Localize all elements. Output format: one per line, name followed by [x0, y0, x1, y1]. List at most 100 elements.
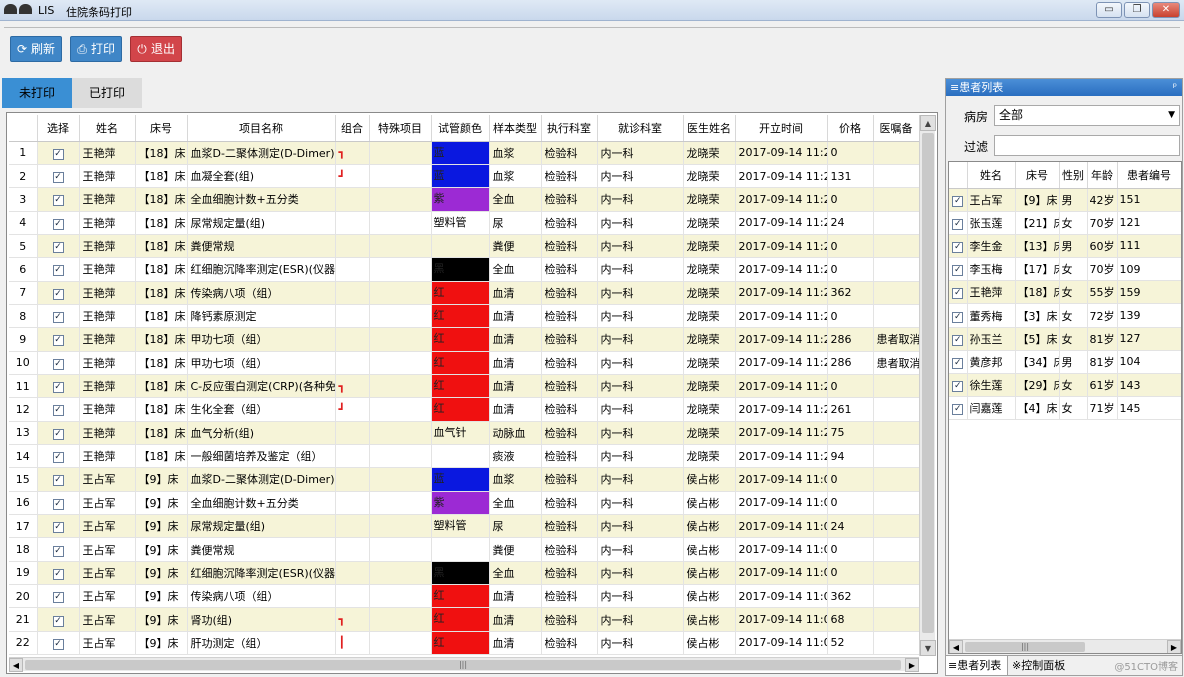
select-checkbox[interactable]: ✓: [52, 265, 64, 277]
select-checkbox[interactable]: ✓: [52, 405, 64, 417]
refresh-button[interactable]: ⟳ 刷新: [10, 36, 62, 62]
column-header[interactable]: 试管颜色: [431, 115, 490, 142]
hscroll-thumb[interactable]: |||: [25, 660, 901, 670]
patient-row[interactable]: ✓ 董秀梅 【3】床女 72岁 139: [949, 303, 1181, 328]
select-checkbox[interactable]: ✓: [52, 312, 64, 324]
select-checkbox[interactable]: ✓: [52, 592, 64, 604]
patient-checkbox[interactable]: ✓: [952, 381, 964, 393]
patient-checkbox[interactable]: ✓: [952, 404, 964, 416]
tab-patient-list[interactable]: ≡患者列表: [946, 656, 1008, 675]
patient-column-header[interactable]: 患者编号: [1117, 162, 1181, 189]
patient-column-header[interactable]: 性别: [1059, 162, 1088, 189]
scroll-up-arrow-icon[interactable]: ▲: [920, 115, 936, 131]
patient-row[interactable]: ✓黄彦邦【34】床男81岁104: [949, 350, 1181, 375]
ward-select[interactable]: 全部 ▼: [994, 105, 1180, 126]
patient-checkbox[interactable]: ✓: [952, 311, 964, 323]
patient-checkbox[interactable]: ✓: [952, 218, 964, 230]
scroll-right-arrow-icon[interactable]: ▶: [905, 658, 919, 672]
restore-button[interactable]: ❐: [1124, 2, 1150, 18]
tab-control-panel[interactable]: ※控制面板: [1012, 656, 1092, 675]
patient-row[interactable]: ✓李玉梅【17】床女70岁109: [949, 257, 1181, 282]
select-checkbox[interactable]: ✓: [52, 148, 64, 160]
patient-column-header[interactable]: 床号: [1015, 162, 1060, 189]
patient-column-header[interactable]: 姓名: [967, 162, 1016, 189]
table-row[interactable]: 6 ✓ 王艳萍 【18】床 红细胞沉降率测定(ESR)(仪器法 黑全血 检验科 内一科 龙晓荣 2…: [9, 257, 920, 282]
column-header[interactable]: 样本类型: [489, 115, 542, 142]
select-checkbox[interactable]: ✓: [52, 638, 64, 650]
tab-printed[interactable]: 已打印: [72, 78, 142, 108]
scroll-left-arrow-icon[interactable]: ◀: [9, 658, 23, 672]
select-checkbox[interactable]: ✓: [52, 615, 64, 627]
select-checkbox[interactable]: ✓: [52, 452, 64, 464]
patient-column-header[interactable]: [949, 162, 968, 189]
table-row[interactable]: 12 ✓ 王艳萍 【18】床 生化全套（组） ┛ 红血清 检验科 内一科 龙晓荣 2017-09-1…: [9, 397, 920, 422]
select-checkbox[interactable]: ✓: [52, 568, 64, 580]
table-row[interactable]: 16 ✓ 王占军 【9】床 全血细胞计数+五分类 紫全血 检验科 内一科 侯占彬 2017-09-…: [9, 491, 920, 516]
table-row[interactable]: 21 ✓ 王占军 【9】床 肾功(组) ┓ 红血清 检验科 内一科 侯占彬 2017-09-14 1…: [9, 607, 920, 632]
patient-hscroll-thumb[interactable]: |||: [965, 642, 1085, 652]
patient-horizontal-scrollbar[interactable]: ◀ ||| ▶: [949, 639, 1181, 653]
select-checkbox[interactable]: ✓: [52, 172, 64, 184]
filter-input[interactable]: [994, 135, 1180, 156]
column-header[interactable]: 特殊项目: [369, 115, 432, 142]
table-row[interactable]: 14 ✓ 王艳萍 【18】床 一般细菌培养及鉴定（组） 痰液 检验科 内一科 龙晓荣 2017-0…: [9, 444, 920, 469]
patient-checkbox[interactable]: ✓: [952, 241, 964, 253]
table-row[interactable]: 5 ✓ 王艳萍【18】床粪便常规 粪便检验科内一科龙晓荣2017-09-14 11:2…: [9, 234, 920, 259]
scroll-down-arrow-icon[interactable]: ▼: [920, 640, 936, 656]
patient-checkbox[interactable]: ✓: [952, 334, 964, 346]
table-row[interactable]: 4 ✓ 王艳萍 【18】床 尿常规定量(组) 塑料管 尿检验科 内一科 龙晓荣 2017-09-1…: [9, 211, 920, 235]
select-checkbox[interactable]: ✓: [52, 335, 64, 347]
column-header[interactable]: [9, 115, 38, 142]
column-header[interactable]: 开立时间: [735, 115, 828, 142]
grid-vertical-scrollbar[interactable]: ▲ ▼: [919, 115, 936, 656]
patient-checkbox[interactable]: ✓: [952, 265, 964, 277]
select-checkbox[interactable]: ✓: [52, 358, 64, 370]
table-row[interactable]: 8 ✓ 王艳萍 【18】床 降钙素原测定 红血清 检验科 内一科 龙晓荣 2017-09-14 1…: [9, 304, 920, 329]
table-row[interactable]: 3 ✓ 王艳萍 【18】床 全血细胞计数+五分类 紫全血 检验科 内一科 龙晓荣 2017-09-…: [9, 187, 920, 212]
column-header[interactable]: 选择: [37, 115, 80, 142]
column-header[interactable]: 组合: [335, 115, 370, 142]
patient-checkbox[interactable]: ✓: [952, 288, 964, 300]
select-checkbox[interactable]: ✓: [52, 428, 64, 440]
patient-row[interactable]: ✓张玉莲【21】床女70岁121: [949, 211, 1181, 235]
table-row[interactable]: 19 ✓ 王占军 【9】床 红细胞沉降率测定(ESR)(仪器法 黑全血 检验科 内一科 侯占彬 2…: [9, 561, 920, 586]
select-checkbox[interactable]: ✓: [52, 382, 64, 394]
table-row[interactable]: 22 ✓ 王占军 【9】床 肝功测定（组） ┃ 红血清 检验科 内一科 侯占彬 2017-09-14…: [9, 631, 920, 656]
patient-checkbox[interactable]: ✓: [952, 195, 964, 207]
close-button[interactable]: ✕: [1152, 2, 1180, 18]
patient-row[interactable]: ✓李生金【13】床男60岁111: [949, 234, 1181, 259]
grid-horizontal-scrollbar[interactable]: ◀ ||| ▶: [9, 657, 919, 672]
patient-column-header[interactable]: 年龄: [1087, 162, 1118, 189]
select-checkbox[interactable]: ✓: [52, 498, 64, 510]
column-header[interactable]: 项目名称: [187, 115, 336, 142]
column-header[interactable]: 床号: [135, 115, 188, 142]
column-header[interactable]: 价格: [827, 115, 874, 142]
scroll-right-arrow-icon[interactable]: ▶: [1167, 640, 1181, 653]
select-checkbox[interactable]: ✓: [52, 218, 64, 230]
print-button[interactable]: ⎙ 打印: [70, 36, 122, 62]
table-row[interactable]: 1 ✓ 王艳萍 【18】床 血浆D-二聚体测定(D-Dimer)(备 ┓ 蓝血浆 检验科 内一科…: [9, 141, 920, 165]
pin-icon[interactable]: ᵖ: [1173, 79, 1177, 96]
scroll-thumb[interactable]: [922, 133, 934, 633]
table-row[interactable]: 7 ✓ 王艳萍 【18】床 传染病八项（组） 红血清 检验科 内一科 龙晓荣 2017-09-14…: [9, 281, 920, 305]
table-row[interactable]: 15 ✓ 王占军 【9】床 血浆D-二聚体测定(D-Dimer)(备 蓝血浆 检验科 内一科侯…: [9, 467, 920, 492]
column-header[interactable]: 医生姓名: [683, 115, 736, 142]
column-header[interactable]: 医嘱备: [873, 115, 920, 142]
table-row[interactable]: 2 ✓ 王艳萍 【18】床 血凝全套(组) ┛ 蓝血浆 检验科 内一科 龙晓荣 2017-09-14…: [9, 164, 920, 189]
patient-row[interactable]: ✓ 闫嘉莲 【4】床女 71岁 145: [949, 396, 1181, 421]
table-row[interactable]: 20 ✓ 王占军 【9】床 传染病八项（组） 红血清 检验科 内一科 侯占彬 2017-09-14…: [9, 584, 920, 609]
table-row[interactable]: 9 ✓ 王艳萍 【18】床 甲功七项（组） 红血清 检验科 内一科 龙晓荣 2017-09-14 …: [9, 327, 920, 352]
patient-row[interactable]: ✓ 孙玉兰 【5】床女 81岁 127: [949, 327, 1181, 351]
patient-row[interactable]: ✓王艳萍【18】床女55岁159: [949, 280, 1181, 305]
select-checkbox[interactable]: ✓: [52, 242, 64, 254]
column-header[interactable]: 姓名: [79, 115, 136, 142]
select-checkbox[interactable]: ✓: [52, 195, 64, 207]
minimize-button[interactable]: ▭: [1096, 2, 1122, 18]
patient-row[interactable]: ✓徐生莲【29】床女61岁143: [949, 373, 1181, 398]
tab-unprinted[interactable]: 未打印: [2, 78, 72, 108]
scroll-left-arrow-icon[interactable]: ◀: [949, 640, 963, 653]
table-row[interactable]: 13 ✓ 王艳萍 【18】床 血气分析(组) 血气针 动脉血 检验科 内一科 龙晓荣 2017-09…: [9, 421, 920, 445]
column-header[interactable]: 执行科室: [541, 115, 598, 142]
exit-button[interactable]: ⏻ 退出: [130, 36, 182, 62]
table-row[interactable]: 11 ✓ 王艳萍 【18】床 C-反应蛋白测定(CRP)(各种免疫 ┓ 红血清 检验科 内一科龙…: [9, 374, 920, 399]
